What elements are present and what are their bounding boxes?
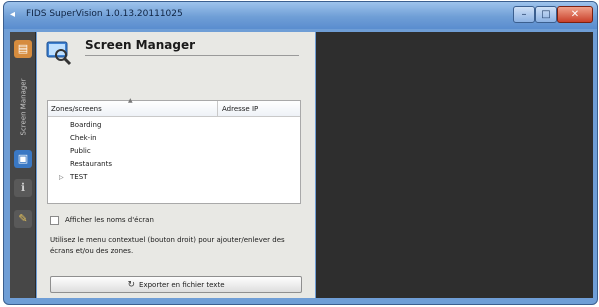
zones-tree[interactable]: Zones/screens ▲ Adresse IP Boarding Chek…	[47, 97, 301, 204]
show-names-label: Afficher les noms d'écran	[65, 216, 154, 224]
tree-item-public[interactable]: Public	[48, 145, 300, 158]
wrench-icon[interactable]: ✎	[14, 210, 32, 228]
screen-preview-area[interactable]	[316, 32, 593, 298]
refresh-icon: ↻	[127, 279, 136, 290]
sidebar-tab-screen-manager[interactable]: Screen Manager	[11, 72, 35, 142]
column-header-zones-label: Zones/screens	[51, 105, 102, 113]
tree-item-label: Boarding	[70, 121, 102, 129]
tree-item-boarding[interactable]: Boarding	[48, 119, 300, 132]
export-button-label: Exporter en fichier texte	[139, 280, 225, 289]
sidebar-tab-label: Screen Manager	[19, 78, 28, 136]
column-header-ip[interactable]: Adresse IP	[219, 101, 299, 117]
maximize-button[interactable]: □	[535, 6, 557, 23]
expand-arrow-icon[interactable]: ▷	[59, 171, 64, 184]
export-text-file-button[interactable]: ↻ Exporter en fichier texte	[50, 276, 302, 293]
folder-icon[interactable]: ▤	[14, 40, 32, 58]
title-divider	[85, 55, 299, 56]
help-text: Utilisez le menu contextuel (bouton droi…	[50, 236, 285, 255]
window-title: FIDS SuperVision 1.0.13.20111025	[26, 9, 183, 19]
app-icon: ◂	[10, 9, 16, 20]
tree-item-chek-in[interactable]: Chek-in	[48, 132, 300, 145]
column-header-ip-label: Adresse IP	[222, 105, 259, 113]
info-icon[interactable]: ℹ	[14, 179, 32, 197]
sort-arrow-icon: ▲	[128, 97, 133, 104]
show-names-checkbox[interactable]	[50, 215, 59, 225]
tree-item-label: Chek-in	[70, 134, 97, 142]
screen-icon[interactable]: ▣	[14, 150, 32, 168]
column-header-zones[interactable]: Zones/screens ▲	[48, 97, 218, 117]
tree-item-test[interactable]: ▷ TEST	[48, 171, 300, 184]
tree-header: Zones/screens ▲ Adresse IP	[48, 97, 300, 117]
screen-manager-panel: Screen Manager Zones/screens ▲ Adresse I…	[37, 32, 315, 298]
tree-item-label: Restaurants	[70, 160, 112, 168]
tree-item-label: Public	[70, 147, 91, 155]
app-window: ◂ FIDS SuperVision 1.0.13.20111025 – □ ✕…	[3, 1, 598, 305]
show-names-option[interactable]: Afficher les noms d'écran	[50, 214, 154, 226]
tree-item-label: TEST	[70, 173, 88, 181]
page-title: Screen Manager	[85, 38, 195, 52]
title-bar[interactable]: ◂ FIDS SuperVision 1.0.13.20111025 – □ ✕	[4, 2, 597, 29]
close-button[interactable]: ✕	[557, 6, 593, 23]
tree-item-restaurants[interactable]: Restaurants	[48, 158, 300, 171]
screen-search-icon	[46, 41, 72, 66]
minimize-button[interactable]: –	[513, 6, 535, 23]
sidebar: ▤ Screen Manager ▣ ℹ ✎	[10, 32, 36, 298]
